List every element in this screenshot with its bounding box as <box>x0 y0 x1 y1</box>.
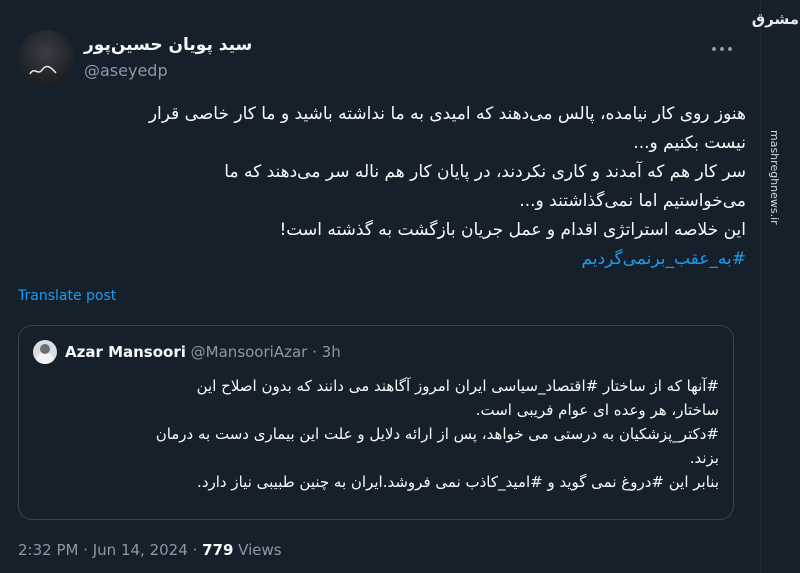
author-info: سید پویان حسین‌پور @aseyedp <box>84 34 252 82</box>
signature-icon <box>29 65 57 75</box>
quote-line: #دکتر_پزشکیان به درستی می خواهد، پس از ا… <box>155 425 719 443</box>
separator-dot: · <box>312 343 317 361</box>
avatar[interactable] <box>18 30 74 86</box>
tweet-line: این خلاصه استراتژی اقدام و عمل جریان باز… <box>279 220 746 240</box>
views-count: 779 <box>202 541 234 559</box>
quote-time[interactable]: 3h <box>322 343 341 361</box>
watermark-logo: مشرق <box>751 10 799 28</box>
tweet-meta: 2:32 PM · Jun 14, 2024 · 779 Views <box>18 541 282 559</box>
quote-text: #آنها که از ساختار #اقتصاد_سیاسی ایران ا… <box>33 374 719 494</box>
quote-author-name[interactable]: Azar Mansoori <box>65 343 186 361</box>
quoted-tweet[interactable]: Azar Mansoori @MansooriAzar · 3h #آنها ک… <box>18 325 734 520</box>
quote-header: Azar Mansoori @MansooriAzar · 3h <box>65 342 341 362</box>
views-label: Views <box>238 541 282 559</box>
tweet-line: می‌خواستیم اما نمی‌گذاشتند و... <box>519 191 746 211</box>
tweet: سید پویان حسین‌پور @aseyedp هنوز روی کار… <box>0 0 760 573</box>
more-button[interactable] <box>712 36 740 51</box>
quote-line: بنابر این #دروغ نمی گوید و #امید_کاذب نم… <box>197 473 719 491</box>
translate-post-link[interactable]: Translate post <box>18 288 116 304</box>
tweet-line: نیست بکنیم و... <box>633 133 746 153</box>
display-name[interactable]: سید پویان حسین‌پور <box>84 34 252 56</box>
tweet-line: هنوز روی کار نیامده، پالس می‌دهند که امی… <box>148 104 746 124</box>
tweet-text: هنوز روی کار نیامده، پالس می‌دهند که امی… <box>18 100 746 274</box>
quote-line: بزند. <box>689 449 719 467</box>
more-horizontal-icon <box>712 47 716 51</box>
hashtag-link[interactable]: #به_عقب_برنمی‌گردیم <box>582 249 746 269</box>
timestamp[interactable]: 2:32 PM · Jun 14, 2024 · <box>18 541 197 559</box>
quote-avatar[interactable] <box>33 340 57 364</box>
handle[interactable]: @aseyedp <box>84 60 252 82</box>
watermark-strip: مشرق mashreghnews.ir <box>751 0 800 573</box>
quote-line: ساختار، هر وعده ای عوام فریبی است. <box>475 401 719 419</box>
watermark-url: mashreghnews.ir <box>768 130 781 225</box>
quote-author-handle[interactable]: @MansooriAzar <box>191 343 308 361</box>
quote-line: #آنها که از ساختار #اقتصاد_سیاسی ایران ا… <box>196 377 719 395</box>
tweet-line: سر کار هم که آمدند و کاری نکردند، در پای… <box>224 162 746 182</box>
